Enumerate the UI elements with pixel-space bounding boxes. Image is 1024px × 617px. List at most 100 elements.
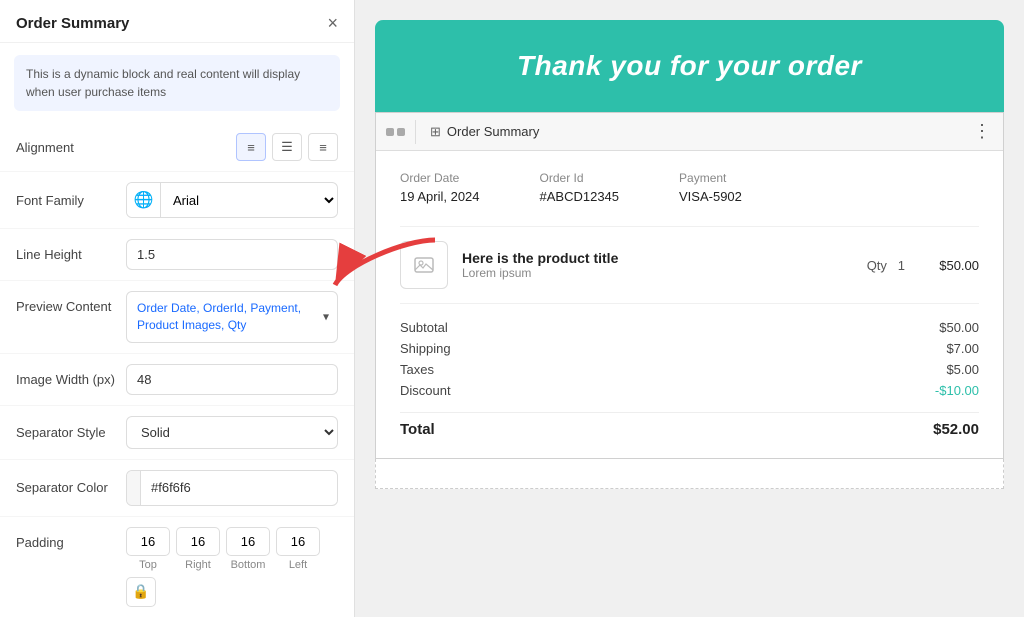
order-summary-card: ⊞ Order Summary ⋮ Order Date 19 April, 2… bbox=[375, 112, 1004, 459]
color-swatch[interactable] bbox=[127, 471, 141, 505]
total-label: Total bbox=[400, 421, 435, 438]
subtotal-row: Subtotal $50.00 bbox=[400, 320, 979, 335]
product-image bbox=[400, 241, 448, 289]
padding-lock-button[interactable]: 🔒 bbox=[126, 577, 156, 607]
preview-content-value: Order Date, OrderId, Payment, Product Im… bbox=[137, 301, 301, 332]
padding-left-label: Left bbox=[289, 559, 307, 571]
image-width-label: Image Width (px) bbox=[16, 372, 116, 387]
padding-right-input[interactable] bbox=[176, 527, 220, 556]
font-family-label: Font Family bbox=[16, 193, 116, 208]
order-date-item: Order Date 19 April, 2024 bbox=[400, 171, 480, 206]
product-price: $50.00 bbox=[919, 258, 979, 273]
image-width-row: Image Width (px) bbox=[0, 354, 354, 406]
shipping-label: Shipping bbox=[400, 341, 451, 356]
padding-bottom-label: Bottom bbox=[231, 559, 266, 571]
order-payment-value: VISA-5902 bbox=[679, 189, 742, 204]
alignment-group: ≡ ☰ ≡ bbox=[236, 133, 338, 161]
font-family-row: Font Family 🌐 Arial Helvetica Georgia bbox=[0, 172, 354, 229]
total-value: $52.00 bbox=[933, 421, 979, 438]
product-row: Here is the product title Lorem ipsum Qt… bbox=[400, 226, 979, 304]
padding-bottom-item: Bottom bbox=[226, 527, 270, 571]
order-id-label: Order Id bbox=[540, 171, 620, 185]
padding-left-input[interactable] bbox=[276, 527, 320, 556]
taxes-row: Taxes $5.00 bbox=[400, 362, 979, 377]
taxes-label: Taxes bbox=[400, 362, 434, 377]
subtotal-label: Subtotal bbox=[400, 320, 448, 335]
totals-section: Subtotal $50.00 Shipping $7.00 Taxes $5.… bbox=[400, 320, 979, 438]
toolbar-dots bbox=[386, 128, 405, 136]
separator-style-select[interactable]: Solid Dashed Dotted bbox=[126, 416, 338, 449]
padding-left-item: Left bbox=[276, 527, 320, 571]
align-right-button[interactable]: ≡ bbox=[308, 133, 338, 161]
close-button[interactable]: × bbox=[327, 14, 338, 32]
order-id-value: #ABCD12345 bbox=[540, 189, 620, 204]
thank-you-banner: Thank you for your order bbox=[375, 20, 1004, 112]
toolbar-dot-2 bbox=[397, 128, 405, 136]
padding-top-item: Top bbox=[126, 527, 170, 571]
preview-panel: Thank you for your order ⊞ Order Summary… bbox=[355, 0, 1024, 617]
color-input-wrapper bbox=[126, 470, 338, 506]
preview-content-label: Preview Content bbox=[16, 291, 116, 314]
font-select-wrapper: 🌐 Arial Helvetica Georgia bbox=[126, 182, 338, 218]
order-content: Order Date 19 April, 2024 Order Id #ABCD… bbox=[376, 151, 1003, 458]
more-options-button[interactable]: ⋮ bbox=[961, 113, 1003, 150]
globe-icon: 🌐 bbox=[127, 183, 161, 217]
qty-value: 1 bbox=[898, 258, 905, 273]
line-height-label: Line Height bbox=[16, 247, 116, 262]
qty-label: Qty bbox=[867, 258, 887, 273]
separator-style-row: Separator Style Solid Dashed Dotted bbox=[0, 406, 354, 460]
padding-top-label: Top bbox=[139, 559, 157, 571]
order-payment-label: Payment bbox=[679, 171, 742, 185]
discount-label: Discount bbox=[400, 383, 451, 398]
shipping-value: $7.00 bbox=[946, 341, 979, 356]
alignment-row: Alignment ≡ ☰ ≡ bbox=[0, 123, 354, 172]
padding-group: Top Right Bottom Left 🔒 bbox=[126, 527, 338, 617]
product-info: Here is the product title Lorem ipsum bbox=[462, 250, 853, 280]
order-id-item: Order Id #ABCD12345 bbox=[540, 171, 620, 206]
settings-panel: Order Summary × This is a dynamic block … bbox=[0, 0, 355, 617]
product-qty: Qty 1 bbox=[867, 258, 905, 273]
order-meta: Order Date 19 April, 2024 Order Id #ABCD… bbox=[400, 171, 979, 206]
discount-row: Discount -$10.00 bbox=[400, 383, 979, 398]
discount-value: -$10.00 bbox=[935, 383, 979, 398]
card-title-text: Order Summary bbox=[447, 124, 539, 139]
align-left-button[interactable]: ≡ bbox=[236, 133, 266, 161]
separator-style-label: Separator Style bbox=[16, 425, 116, 440]
order-date-value: 19 April, 2024 bbox=[400, 189, 480, 204]
panel-title: Order Summary bbox=[16, 15, 129, 32]
separator-color-row: Separator Color bbox=[0, 460, 354, 517]
product-subtitle: Lorem ipsum bbox=[462, 266, 853, 280]
image-width-input[interactable] bbox=[126, 364, 338, 395]
chevron-down-icon: ▾ bbox=[323, 308, 329, 325]
line-height-row: Line Height bbox=[0, 229, 354, 281]
bottom-strip bbox=[375, 459, 1004, 489]
shipping-row: Shipping $7.00 bbox=[400, 341, 979, 356]
padding-right-label: Right bbox=[185, 559, 211, 571]
product-title: Here is the product title bbox=[462, 250, 853, 266]
separator-color-label: Separator Color bbox=[16, 480, 116, 495]
padding-right-item: Right bbox=[176, 527, 220, 571]
preview-content-select[interactable]: Order Date, OrderId, Payment, Product Im… bbox=[126, 291, 338, 343]
info-box: This is a dynamic block and real content… bbox=[14, 55, 340, 111]
line-height-input[interactable] bbox=[126, 239, 338, 270]
total-row: Total $52.00 bbox=[400, 412, 979, 438]
padding-top-input[interactable] bbox=[126, 527, 170, 556]
padding-bottom-input[interactable] bbox=[226, 527, 270, 556]
thank-you-text: Thank you for your order bbox=[517, 50, 862, 81]
padding-label: Padding bbox=[16, 527, 116, 550]
align-center-button[interactable]: ☰ bbox=[272, 133, 302, 161]
color-text-input[interactable] bbox=[141, 473, 337, 502]
order-payment-item: Payment VISA-5902 bbox=[679, 171, 742, 206]
taxes-value: $5.00 bbox=[946, 362, 979, 377]
font-family-select[interactable]: Arial Helvetica Georgia bbox=[161, 186, 337, 215]
toolbar-dot-1 bbox=[386, 128, 394, 136]
subtotal-value: $50.00 bbox=[939, 320, 979, 335]
padding-row: Padding Top Right Bottom Left 🔒 bbox=[0, 517, 354, 617]
card-toolbar-title: ⊞ Order Summary bbox=[416, 116, 553, 148]
panel-header: Order Summary × bbox=[0, 0, 354, 43]
card-toolbar: ⊞ Order Summary ⋮ bbox=[376, 113, 1003, 151]
card-toolbar-left bbox=[376, 120, 416, 144]
preview-content-row: Preview Content Order Date, OrderId, Pay… bbox=[0, 281, 354, 354]
alignment-label: Alignment bbox=[16, 140, 116, 155]
grid-icon: ⊞ bbox=[430, 124, 441, 140]
